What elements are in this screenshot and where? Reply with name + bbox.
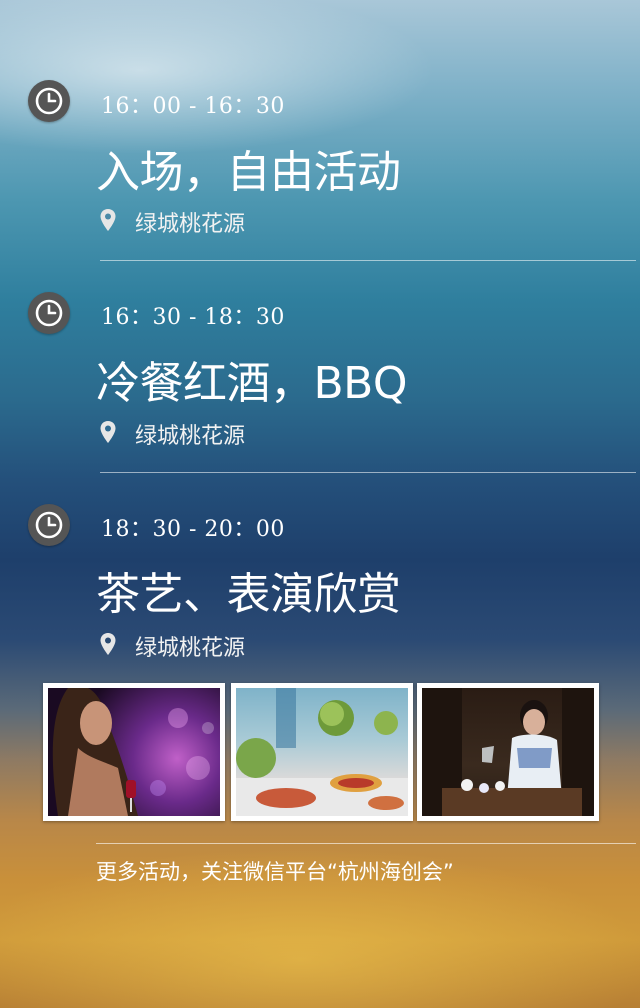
event-title: 冷餐红酒，BBQ [96, 358, 408, 409]
footer-divider [96, 843, 636, 844]
divider [100, 472, 636, 473]
footer-text: 更多活动，关注微信平台“杭州海创会” [96, 860, 454, 884]
party-woman-photo[interactable] [43, 683, 225, 821]
location-text: 绿城桃花源 [135, 636, 246, 661]
clock-icon [28, 504, 70, 546]
event-title: 入场，自由活动 [96, 147, 401, 198]
location-text: 绿城桃花源 [135, 424, 246, 449]
divider [100, 260, 636, 261]
clock-icon [28, 80, 70, 122]
location-pin-icon [100, 209, 116, 231]
event-title: 茶艺、表演欣赏 [96, 569, 401, 620]
time-range: 18：30 - 20：00 [101, 517, 285, 542]
location-pin-icon [100, 421, 116, 443]
clock-icon [28, 292, 70, 334]
tea-ceremony-photo[interactable] [417, 683, 599, 821]
time-range: 16：00 - 16：30 [101, 94, 285, 119]
photo-gallery [43, 683, 603, 823]
location-pin-icon [100, 633, 116, 655]
location-text: 绿城桃花源 [135, 212, 246, 237]
buffet-table-photo[interactable] [231, 683, 413, 821]
time-range: 16：30 - 18：30 [101, 305, 285, 330]
